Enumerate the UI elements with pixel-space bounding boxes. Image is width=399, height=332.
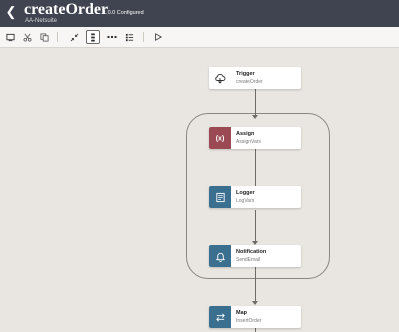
copy-icon[interactable] bbox=[37, 30, 51, 44]
connector-arrow bbox=[252, 115, 258, 119]
node-subtitle: AssignVars bbox=[236, 139, 261, 145]
logger-icon bbox=[209, 186, 231, 208]
connector-line bbox=[255, 267, 256, 304]
node-logger[interactable]: Logger LogVars bbox=[209, 186, 301, 208]
node-notification[interactable]: Notification SendEmail bbox=[209, 245, 301, 267]
map-icon bbox=[209, 306, 231, 328]
variable-icon: (x) bbox=[209, 127, 231, 149]
connector-line bbox=[255, 149, 256, 188]
toolbar-divider bbox=[143, 32, 144, 42]
connector-line bbox=[255, 210, 256, 243]
flow-canvas[interactable]: Trigger createOrder (x) Assign AssignVar… bbox=[0, 48, 399, 332]
tree-layout-icon[interactable] bbox=[122, 30, 136, 44]
node-title: Trigger bbox=[236, 71, 255, 77]
version-status: 1.0.0 Configured bbox=[103, 10, 144, 16]
connector-line bbox=[255, 328, 256, 332]
canvas-toolbar bbox=[0, 27, 399, 48]
integration-title: createOrder bbox=[24, 1, 109, 18]
node-subtitle: SendEmail bbox=[236, 257, 261, 263]
run-icon[interactable] bbox=[151, 30, 165, 44]
trigger-icon bbox=[209, 67, 231, 89]
node-title: Map bbox=[236, 310, 247, 316]
horizontal-layout-icon[interactable] bbox=[105, 30, 119, 44]
node-title: Logger bbox=[236, 190, 255, 196]
node-title: Notification bbox=[236, 249, 267, 255]
scissors-icon[interactable] bbox=[20, 30, 34, 44]
app-header: ❮ createOrder AA-Netsuite 1.0.0 Configur… bbox=[0, 0, 399, 27]
node-map[interactable]: Map InsertOrder bbox=[209, 306, 301, 328]
screen-icon[interactable] bbox=[3, 30, 17, 44]
node-subtitle: createOrder bbox=[236, 79, 263, 85]
vertical-layout-icon[interactable] bbox=[86, 30, 100, 44]
node-assign[interactable]: (x) Assign AssignVars bbox=[209, 127, 301, 149]
bell-icon bbox=[209, 245, 231, 267]
connector-line bbox=[255, 89, 256, 117]
node-title: Assign bbox=[236, 131, 255, 137]
toolbar-divider bbox=[57, 32, 58, 42]
node-subtitle: InsertOrder bbox=[236, 318, 262, 324]
collapse-icon[interactable] bbox=[67, 30, 81, 44]
integration-subtitle: AA-Netsuite bbox=[25, 18, 58, 24]
svg-text:(x): (x) bbox=[216, 136, 225, 143]
node-trigger[interactable]: Trigger createOrder bbox=[209, 67, 301, 89]
node-subtitle: LogVars bbox=[236, 198, 255, 204]
connector-arrow bbox=[252, 301, 258, 305]
back-icon[interactable]: ❮ bbox=[5, 5, 17, 18]
